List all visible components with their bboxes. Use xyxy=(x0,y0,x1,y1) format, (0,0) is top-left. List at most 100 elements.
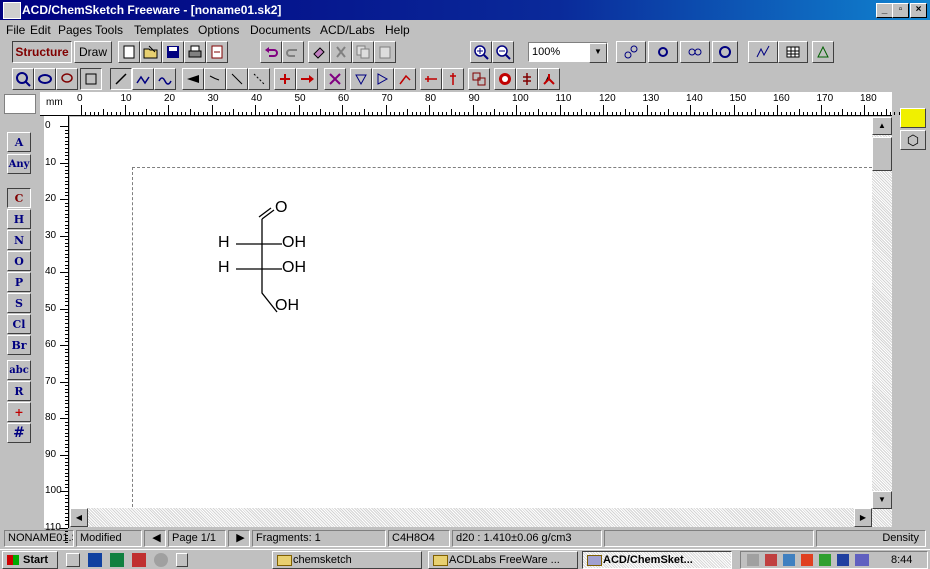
arrow-icon[interactable] xyxy=(296,68,318,90)
menu-help[interactable]: Help xyxy=(385,23,410,37)
chevron-down-icon[interactable]: ▼ xyxy=(589,43,607,63)
zoom-select[interactable]: 100% ▼ xyxy=(528,42,608,63)
minimize-button[interactable]: _ xyxy=(876,3,893,18)
3d-optimize-icon[interactable] xyxy=(616,41,646,63)
atom-hydrogen[interactable]: H xyxy=(7,209,31,229)
atom-oh-2[interactable]: OH xyxy=(282,259,306,277)
scroll-down-icon[interactable]: ▼ xyxy=(872,491,892,509)
move-up-icon[interactable] xyxy=(442,68,464,90)
menu-edit[interactable]: Edit xyxy=(30,23,51,37)
horizontal-scrollbar[interactable]: ◀ ▶ xyxy=(70,508,872,527)
zoom-tool-icon[interactable] xyxy=(12,68,34,90)
scroll-up-icon[interactable]: ▲ xyxy=(872,117,892,135)
menu-tools[interactable]: Tools xyxy=(95,23,123,37)
atom-oxygen[interactable]: O xyxy=(7,251,31,271)
atom-aldehyde-oxygen[interactable]: O xyxy=(275,199,287,217)
delete-tool-icon[interactable] xyxy=(324,68,346,90)
align-icon[interactable] xyxy=(516,68,538,90)
rotate-tool-icon[interactable] xyxy=(34,68,56,90)
task-chemsketch[interactable]: chemsketch xyxy=(272,551,422,569)
atom-bromine[interactable]: Br xyxy=(7,335,31,355)
eraser-icon[interactable] xyxy=(308,41,330,63)
single-bond-icon[interactable] xyxy=(110,68,132,90)
menu-pages[interactable]: Pages xyxy=(58,23,92,37)
flip-vertical-icon[interactable] xyxy=(350,68,372,90)
any-atom[interactable]: Any xyxy=(7,154,31,174)
text-tool[interactable]: A xyxy=(7,132,31,152)
menu-file[interactable]: File xyxy=(6,23,25,37)
open-icon[interactable] xyxy=(140,41,162,63)
rotate-bond-icon[interactable] xyxy=(494,68,516,90)
start-button[interactable]: Start xyxy=(2,551,58,569)
scroll-left-icon[interactable]: ◀ xyxy=(70,508,88,527)
tray-network-icon[interactable] xyxy=(747,554,759,566)
task-acdlabs-freeware[interactable]: ACDLabs FreeWare ... xyxy=(428,551,578,569)
atom-phosphorus[interactable]: P xyxy=(7,272,31,292)
atom-terminal-oh[interactable]: OH xyxy=(275,297,299,315)
3d-viewer-icon[interactable] xyxy=(680,41,710,63)
wavy-chain-icon[interactable] xyxy=(154,68,176,90)
tray-app-icon[interactable] xyxy=(765,554,777,566)
redo-icon[interactable] xyxy=(282,41,304,63)
new-icon[interactable] xyxy=(118,41,140,63)
plain-bond-icon[interactable] xyxy=(226,68,248,90)
tray-shield-icon[interactable] xyxy=(837,554,849,566)
zoom-in-icon[interactable] xyxy=(470,41,492,63)
notepad-icon[interactable] xyxy=(176,553,188,567)
select-rectangle-icon[interactable] xyxy=(80,68,102,90)
atom-sulfur[interactable]: S xyxy=(7,293,31,313)
tray-volume-icon[interactable] xyxy=(783,554,795,566)
pen-icon[interactable] xyxy=(66,553,80,567)
group-icon[interactable] xyxy=(468,68,490,90)
status-property[interactable]: Density xyxy=(816,530,926,547)
task-acd-chemsketch[interactable]: ACD/ChemSket... xyxy=(582,551,732,569)
r-group-button[interactable]: R xyxy=(7,381,31,401)
next-page-icon[interactable]: ▶ xyxy=(228,530,250,547)
molecule-bonds[interactable] xyxy=(70,117,872,508)
hexagon-icon[interactable]: ⬡ xyxy=(900,130,926,150)
undo-icon[interactable] xyxy=(260,41,282,63)
dashed-bond-icon[interactable] xyxy=(248,68,270,90)
vertical-scrollbar[interactable]: ▲ ▼ xyxy=(872,117,892,527)
plus-charge-icon[interactable] xyxy=(274,68,296,90)
menu-acdlabs[interactable]: ACD/Labs xyxy=(320,23,375,37)
atom-h-1[interactable]: H xyxy=(218,234,230,252)
powerpoint-icon[interactable] xyxy=(132,553,146,567)
menu-documents[interactable]: Documents xyxy=(250,23,311,37)
atom-oh-1[interactable]: OH xyxy=(282,234,306,252)
templates-panel-icon[interactable] xyxy=(900,108,926,128)
atom-nitrogen[interactable]: N xyxy=(7,230,31,250)
add-charge-button[interactable]: + xyxy=(7,402,31,422)
spectrum-icon[interactable] xyxy=(748,41,778,63)
table-icon[interactable] xyxy=(778,41,808,63)
app-icon[interactable] xyxy=(3,2,21,19)
clean-structure-icon[interactable] xyxy=(648,41,678,63)
menu-templates[interactable]: Templates xyxy=(134,23,189,37)
restore-button[interactable]: ▫ xyxy=(892,3,909,18)
tray-monitor-icon[interactable] xyxy=(819,554,831,566)
hashed-bond-icon[interactable] xyxy=(204,68,226,90)
drawing-canvas[interactable]: O H OH H OH OH xyxy=(70,117,872,508)
numbering-button[interactable]: # xyxy=(7,423,31,443)
move-left-icon[interactable] xyxy=(420,68,442,90)
draw-mode-button[interactable]: Draw xyxy=(74,41,112,63)
document-icon[interactable] xyxy=(206,41,228,63)
close-button[interactable]: × xyxy=(910,3,927,18)
calculate-icon[interactable] xyxy=(812,41,834,63)
tray-antivirus-icon[interactable] xyxy=(801,554,813,566)
fragment-icon[interactable] xyxy=(538,68,560,90)
cut-icon[interactable] xyxy=(330,41,352,63)
wedge-bond-icon[interactable] xyxy=(182,68,204,90)
paste-icon[interactable] xyxy=(374,41,396,63)
atom-h-2[interactable]: H xyxy=(218,259,230,277)
ring-icon[interactable] xyxy=(712,41,738,63)
browser-icon[interactable] xyxy=(154,553,168,567)
periodic-table-button[interactable]: abc xyxy=(7,360,31,380)
menu-options[interactable]: Options xyxy=(198,23,239,37)
scroll-right-icon[interactable]: ▶ xyxy=(854,508,872,527)
clean-tool-icon[interactable] xyxy=(394,68,416,90)
structure-mode-button[interactable]: Structure xyxy=(12,41,72,63)
atom-carbon[interactable]: C xyxy=(7,188,31,208)
save-icon[interactable] xyxy=(162,41,184,63)
flip-horizontal-icon[interactable] xyxy=(372,68,394,90)
